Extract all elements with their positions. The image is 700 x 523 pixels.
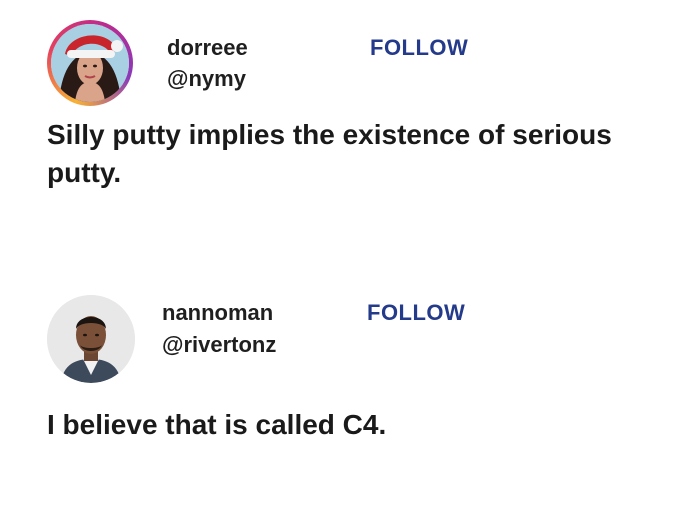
follow-button[interactable]: FOLLOW — [370, 35, 468, 61]
user-handle[interactable]: @nymy — [167, 66, 246, 92]
post-2: nannoman @rivertonz FOLLOW I believe tha… — [0, 280, 700, 523]
avatar[interactable] — [47, 295, 135, 383]
post-text: Silly putty implies the existence of ser… — [47, 119, 612, 188]
woman-santa-hat-icon — [51, 24, 129, 102]
avatar[interactable] — [47, 20, 133, 106]
user-handle[interactable]: @rivertonz — [162, 332, 276, 358]
avatar-photo — [51, 24, 129, 102]
username[interactable]: nannoman — [162, 300, 273, 326]
post-text: I believe that is called C4. — [47, 409, 387, 440]
username[interactable]: dorreee — [167, 35, 248, 61]
avatar-photo — [47, 295, 135, 383]
follow-button[interactable]: FOLLOW — [367, 300, 465, 326]
post-1: dorreee @nymy FOLLOW Silly putty implies… — [0, 0, 700, 250]
man-portrait-icon — [47, 295, 135, 383]
